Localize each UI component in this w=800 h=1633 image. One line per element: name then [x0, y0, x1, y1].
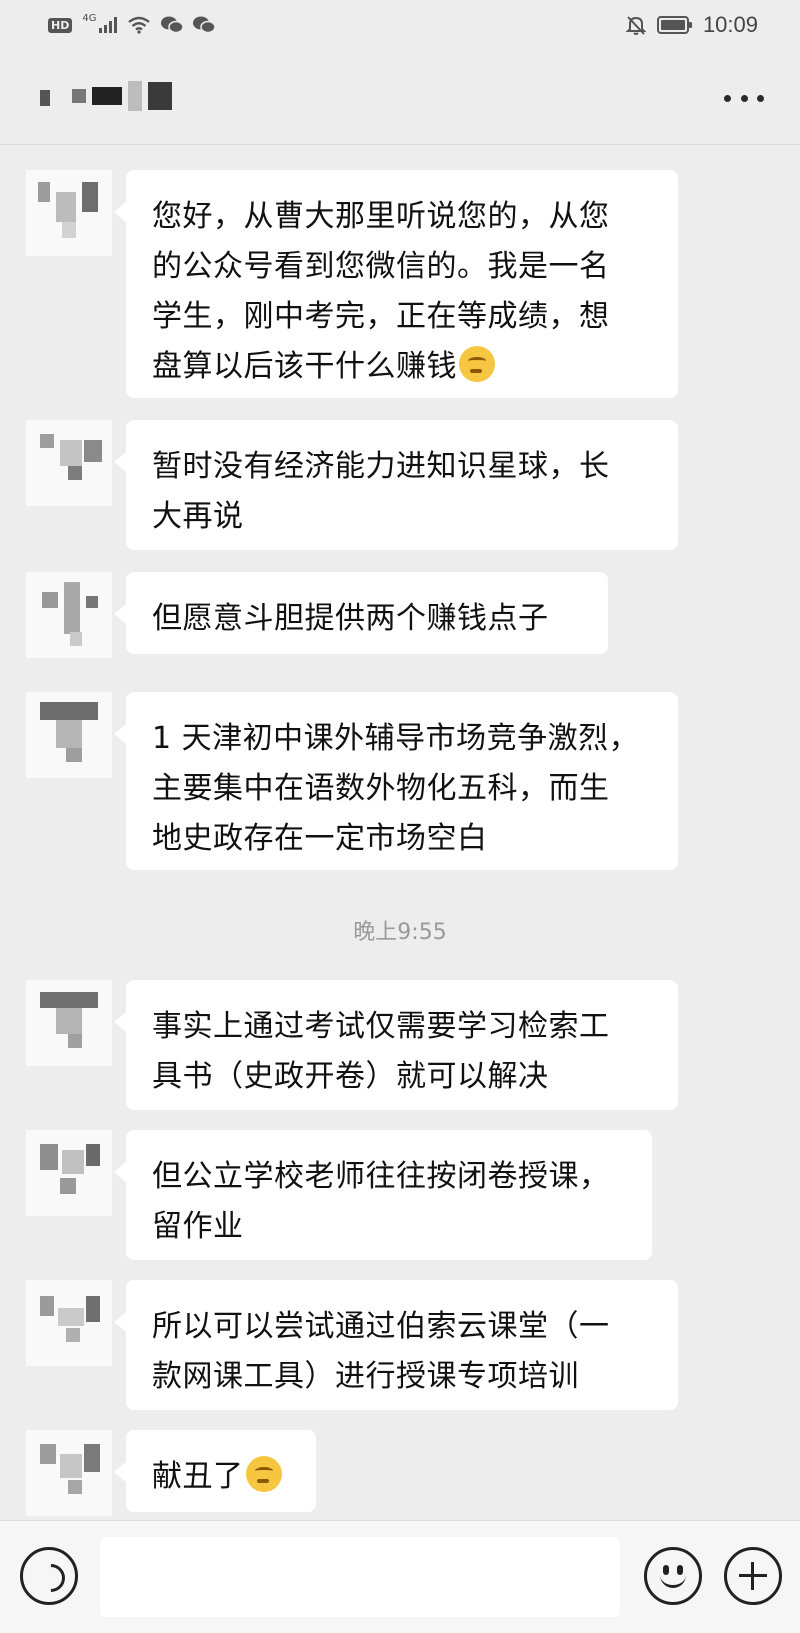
message-bubble[interactable]: 所以可以尝试通过伯索云课堂（一 款网课工具）进行授课专项培训	[114, 1280, 678, 1410]
status-bar-left: HD 4G	[48, 12, 216, 34]
contact-avatar[interactable]	[26, 572, 112, 658]
message-line: 但愿意斗胆提供两个赚钱点子	[152, 601, 549, 636]
chat-area[interactable]: 您好，从曹大那里听说您的，从您 的公众号看到您微信的。我是一名 学生，刚中考完，…	[0, 146, 800, 1520]
message-line: 学生，刚中考完，正在等成绩，想	[152, 299, 610, 334]
message-input[interactable]	[100, 1537, 620, 1617]
thinking-face-emoji	[245, 1456, 282, 1492]
message-line: 具书（史政开卷）就可以解决	[152, 1059, 549, 1094]
message-bubble[interactable]: 您好，从曹大那里听说您的，从您 的公众号看到您微信的。我是一名 学生，刚中考完，…	[114, 170, 678, 398]
message-bubble[interactable]: 事实上通过考试仅需要学习检索工 具书（史政开卷）就可以解决	[114, 980, 678, 1110]
message-line: 您好，从曹大那里听说您的，从您	[152, 199, 610, 234]
message-line: 事实上通过考试仅需要学习检索工	[152, 1009, 610, 1044]
plus-icon[interactable]	[724, 1547, 782, 1605]
message-bubble[interactable]: 但公立学校老师往往按闭卷授课， 留作业	[114, 1130, 652, 1260]
contact-avatar[interactable]	[26, 1280, 112, 1366]
contact-avatar[interactable]	[26, 692, 112, 778]
wechat-icon	[161, 16, 184, 34]
battery-icon	[656, 16, 692, 34]
message-line-text: 献丑了	[152, 1459, 244, 1494]
message-line: 盘算以后该干什么赚钱	[152, 342, 654, 392]
hd-icon: HD	[48, 17, 73, 33]
network-type: 4G	[82, 12, 97, 24]
contact-avatar[interactable]	[26, 1430, 112, 1516]
contact-name-pixelated[interactable]	[40, 80, 180, 112]
message-line: 大再说	[152, 499, 244, 534]
contact-avatar[interactable]	[26, 170, 112, 256]
message-line: 的公众号看到您微信的。我是一名	[152, 249, 610, 284]
message-line: 主要集中在语数外物化五科，而生	[152, 771, 610, 806]
status-bar-right: 10:09	[625, 12, 758, 38]
more-button[interactable]	[724, 86, 764, 110]
contact-avatar[interactable]	[26, 1130, 112, 1216]
message-bubble[interactable]: 但愿意斗胆提供两个赚钱点子	[114, 572, 608, 654]
wifi-icon	[128, 16, 151, 34]
mute-icon	[625, 16, 647, 35]
message-bubble[interactable]: 暂时没有经济能力进知识星球，长 大再说	[114, 420, 678, 550]
contact-avatar[interactable]	[26, 420, 112, 506]
message-line: 但公立学校老师往往按闭卷授课，	[152, 1159, 610, 1194]
message-line-text: 盘算以后该干什么赚钱	[152, 349, 457, 384]
contact-avatar[interactable]	[26, 980, 112, 1066]
message-line: 留作业	[152, 1209, 244, 1244]
status-bar: HD 4G 10:09	[0, 0, 800, 50]
clock: 10:09	[702, 12, 758, 37]
wechat-icon	[193, 16, 216, 34]
voice-icon[interactable]	[20, 1547, 78, 1605]
message-line: 1 天津初中课外辅导市场竞争激烈，	[152, 721, 640, 756]
signal-icon	[99, 17, 118, 33]
message-line: 地史政存在一定市场空白	[152, 821, 488, 856]
message-line: 暂时没有经济能力进知识星球，长	[152, 449, 610, 484]
message-line: 所以可以尝试通过伯索云课堂（一	[152, 1309, 610, 1344]
message-line: 款网课工具）进行授课专项培训	[152, 1359, 579, 1394]
chat-header	[0, 50, 800, 145]
message-bubble[interactable]: 1 天津初中课外辅导市场竞争激烈， 主要集中在语数外物化五科，而生 地史政存在一…	[114, 692, 678, 870]
message-line: 献丑了	[152, 1452, 292, 1502]
emoji-icon[interactable]	[644, 1547, 702, 1605]
message-bubble[interactable]: 献丑了	[114, 1430, 316, 1512]
message-timestamp: 晚上9:55	[353, 920, 447, 945]
input-bar	[0, 1520, 800, 1633]
thinking-face-emoji	[459, 346, 495, 382]
